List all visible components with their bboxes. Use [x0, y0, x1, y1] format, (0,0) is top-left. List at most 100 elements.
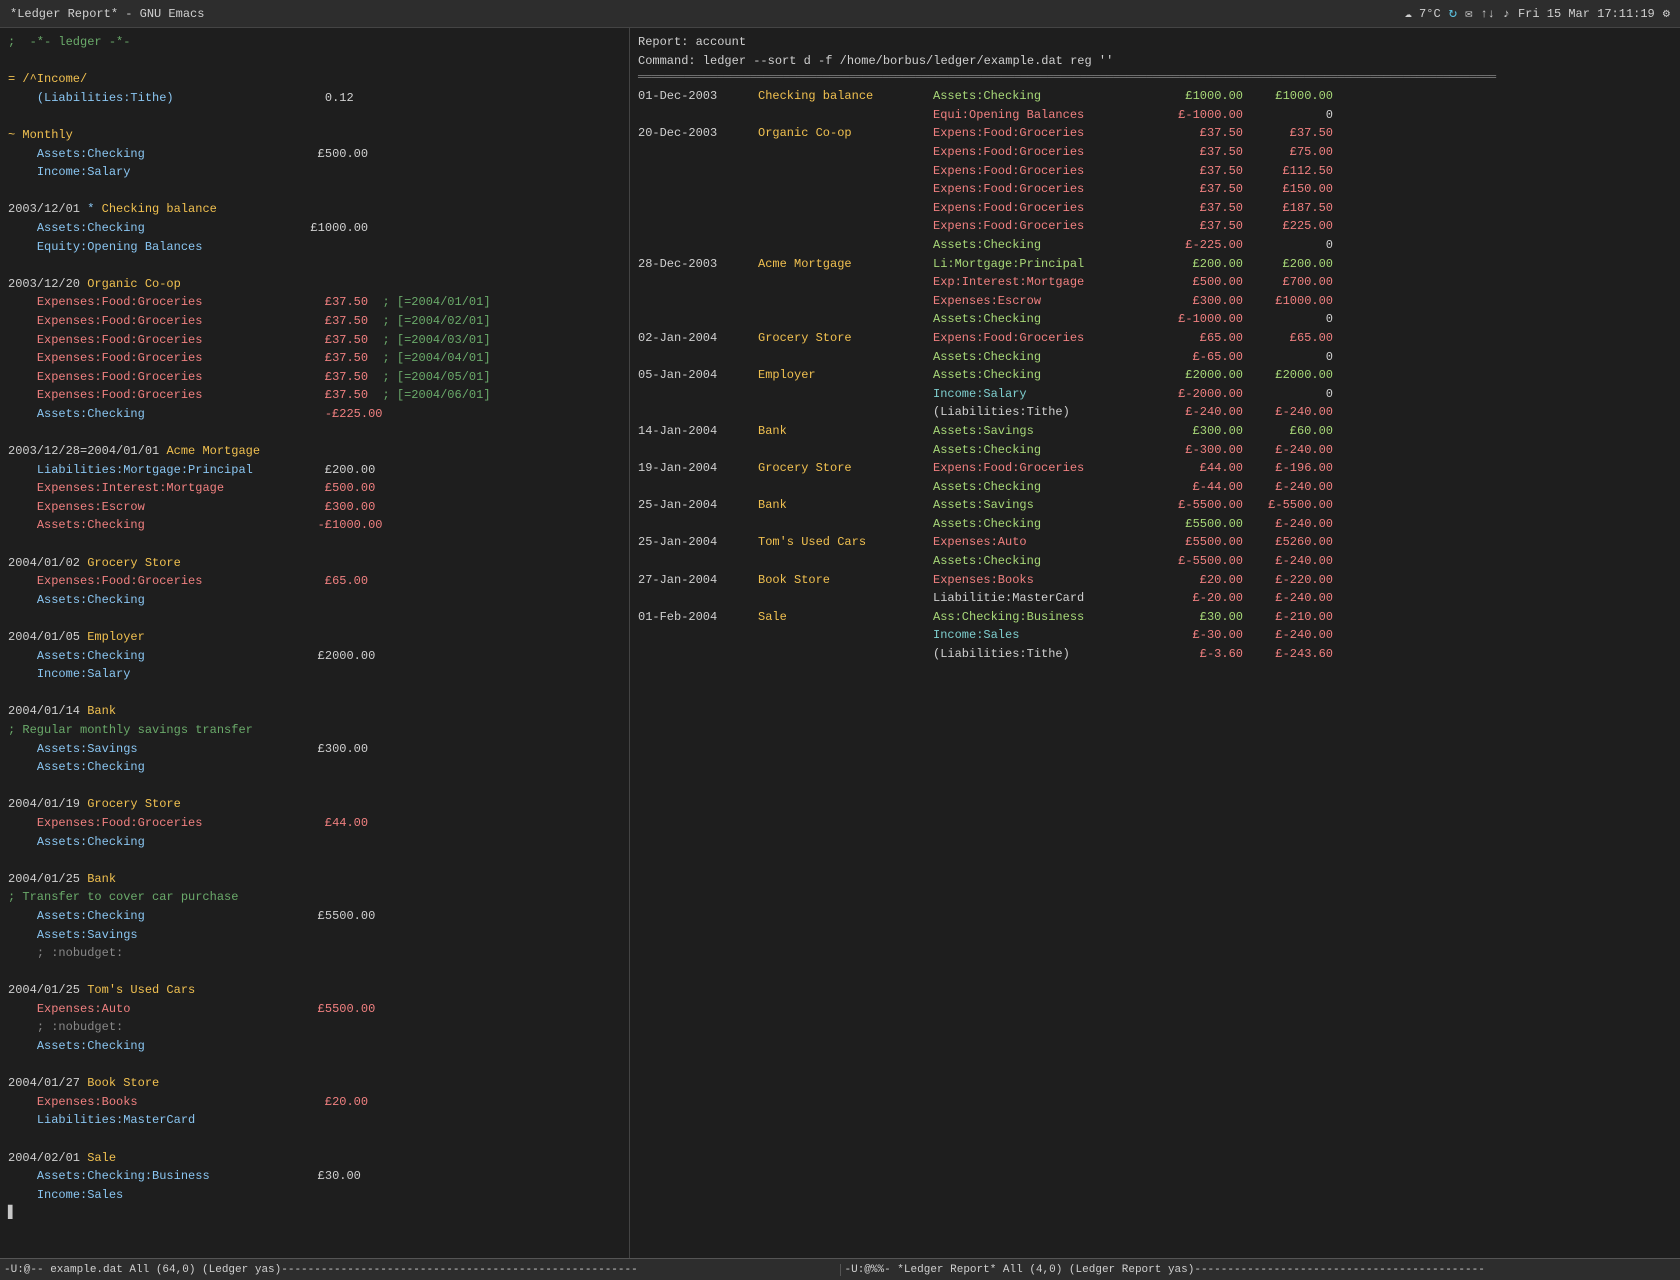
statusbar: -U:@-- example.dat All (64,0) (Ledger ya… — [0, 1258, 1680, 1280]
report-desc — [758, 552, 933, 571]
report-desc — [758, 645, 933, 664]
report-running: £200.00 — [1243, 255, 1333, 274]
report-date: 14-Jan-2004 — [638, 422, 758, 441]
report-running: £5260.00 — [1243, 533, 1333, 552]
report-account: Expens:Food:Groceries — [933, 143, 1153, 162]
report-row: 01-Feb-2004SaleAss:Checking:Business£30.… — [638, 608, 1672, 627]
report-running: £-196.00 — [1243, 459, 1333, 478]
report-account: Expenses:Books — [933, 571, 1153, 590]
report-date — [638, 441, 758, 460]
report-account: Liabilitie:MasterCard — [933, 589, 1153, 608]
titlebar: *Ledger Report* - GNU Emacs ☁ 7°C ↻ ✉ ↑↓… — [0, 0, 1680, 28]
report-running: £-220.00 — [1243, 571, 1333, 590]
statusbar-left: -U:@-- example.dat All (64,0) (Ledger ya… — [0, 1264, 840, 1276]
report-running: 0 — [1243, 385, 1333, 404]
right-pane[interactable]: Report: account Command: ledger --sort d… — [630, 28, 1680, 1258]
report-desc: Sale — [758, 608, 933, 627]
tx-2004-01-25-bank: 2004/01/25 Bank — [8, 870, 621, 889]
report-desc — [758, 106, 933, 125]
report-desc — [758, 478, 933, 497]
report-running: £225.00 — [1243, 217, 1333, 236]
report-running: £187.50 — [1243, 199, 1333, 218]
reload-icon[interactable]: ↻ — [1449, 5, 1457, 22]
groceries-2: Expenses:Food:Groceries £37.50 ; [=2004/… — [8, 312, 621, 331]
report-date: 28-Dec-2003 — [638, 255, 758, 274]
auto-expense: Expenses:Auto £5500.00 — [8, 1000, 621, 1019]
report-date — [638, 348, 758, 367]
report-amount: £-2000.00 — [1153, 385, 1243, 404]
report-amount: £37.50 — [1153, 180, 1243, 199]
mortgage-principal: Liabilities:Mortgage:Principal £200.00 — [8, 461, 621, 480]
blank-line — [8, 684, 621, 703]
report-row: 14-Jan-2004BankAssets:Savings£300.00£60.… — [638, 422, 1672, 441]
report-running: £-243.60 — [1243, 645, 1333, 664]
report-date — [638, 589, 758, 608]
report-running: £150.00 — [1243, 180, 1333, 199]
report-account: Assets:Checking — [933, 478, 1153, 497]
report-desc — [758, 310, 933, 329]
report-running: £-240.00 — [1243, 515, 1333, 534]
report-amount: £37.50 — [1153, 199, 1243, 218]
income-header: = /^Income/ — [8, 70, 621, 89]
report-row: Assets:Checking£-44.00£-240.00 — [638, 478, 1672, 497]
salary-employer: Income:Salary — [8, 665, 621, 684]
savings-account: Assets:Savings £300.00 — [8, 740, 621, 759]
groceries-6: Expenses:Food:Groceries £37.50 ; [=2004/… — [8, 386, 621, 405]
blank-line — [8, 256, 621, 275]
report-row: Equi:Opening Balances£-1000.000 — [638, 106, 1672, 125]
left-pane[interactable]: ; -*- ledger -*- = /^Income/ (Liabilitie… — [0, 28, 630, 1258]
report-running: 0 — [1243, 236, 1333, 255]
report-account: Assets:Checking — [933, 552, 1153, 571]
report-date — [638, 273, 758, 292]
report-amount: £-5500.00 — [1153, 496, 1243, 515]
report-desc: Book Store — [758, 571, 933, 590]
report-account: Expens:Food:Groceries — [933, 459, 1153, 478]
report-amount: £-300.00 — [1153, 441, 1243, 460]
report-account: Assets:Checking — [933, 310, 1153, 329]
report-date: 05-Jan-2004 — [638, 366, 758, 385]
blank-line — [8, 963, 621, 982]
report-row: Assets:Checking£5500.00£-240.00 — [638, 515, 1672, 534]
cursor-line: ▋ — [8, 1204, 621, 1223]
report-amount: £500.00 — [1153, 273, 1243, 292]
blank-line — [8, 107, 621, 126]
report-date — [638, 162, 758, 181]
report-desc — [758, 217, 933, 236]
report-amount: £2000.00 — [1153, 366, 1243, 385]
report-running: £75.00 — [1243, 143, 1333, 162]
settings-icon[interactable]: ⚙ — [1663, 6, 1670, 21]
report-row: 02-Jan-2004Grocery StoreExpens:Food:Groc… — [638, 329, 1672, 348]
report-amount: £-1000.00 — [1153, 310, 1243, 329]
groceries-3: Expenses:Food:Groceries £37.50 ; [=2004/… — [8, 331, 621, 350]
report-running: £-240.00 — [1243, 441, 1333, 460]
report-desc — [758, 236, 933, 255]
report-desc: Tom's Used Cars — [758, 533, 933, 552]
report-date — [638, 292, 758, 311]
titlebar-title: *Ledger Report* - GNU Emacs — [10, 7, 204, 21]
nobudget-1: ; :nobudget: — [8, 944, 621, 963]
report-running: £112.50 — [1243, 162, 1333, 181]
statusbar-right: -U:@%%- *Ledger Report* All (4,0) (Ledge… — [840, 1264, 1680, 1276]
email-icon[interactable]: ✉ — [1465, 6, 1472, 21]
report-command: Command: ledger --sort d -f /home/borbus… — [638, 52, 1672, 71]
report-desc — [758, 292, 933, 311]
report-row: 20-Dec-2003Organic Co-opExpens:Food:Groc… — [638, 124, 1672, 143]
nobudget-2: ; :nobudget: — [8, 1018, 621, 1037]
report-amount: £-240.00 — [1153, 403, 1243, 422]
report-date — [638, 626, 758, 645]
report-running: 0 — [1243, 310, 1333, 329]
report-running: £1000.00 — [1243, 292, 1333, 311]
report-running: £65.00 — [1243, 329, 1333, 348]
report-running: £37.50 — [1243, 124, 1333, 143]
report-desc — [758, 143, 933, 162]
interest-mortgage: Expenses:Interest:Mortgage £500.00 — [8, 479, 621, 498]
blank-line — [8, 423, 621, 442]
report-amount: £20.00 — [1153, 571, 1243, 590]
report-row: Expens:Food:Groceries£37.50£187.50 — [638, 199, 1672, 218]
report-date — [638, 199, 758, 218]
report-row: Income:Sales£-30.00£-240.00 — [638, 626, 1672, 645]
blank-line — [8, 1056, 621, 1075]
volume-icon[interactable]: ♪ — [1503, 7, 1510, 21]
report-running: £-5500.00 — [1243, 496, 1333, 515]
blank-line — [8, 609, 621, 628]
